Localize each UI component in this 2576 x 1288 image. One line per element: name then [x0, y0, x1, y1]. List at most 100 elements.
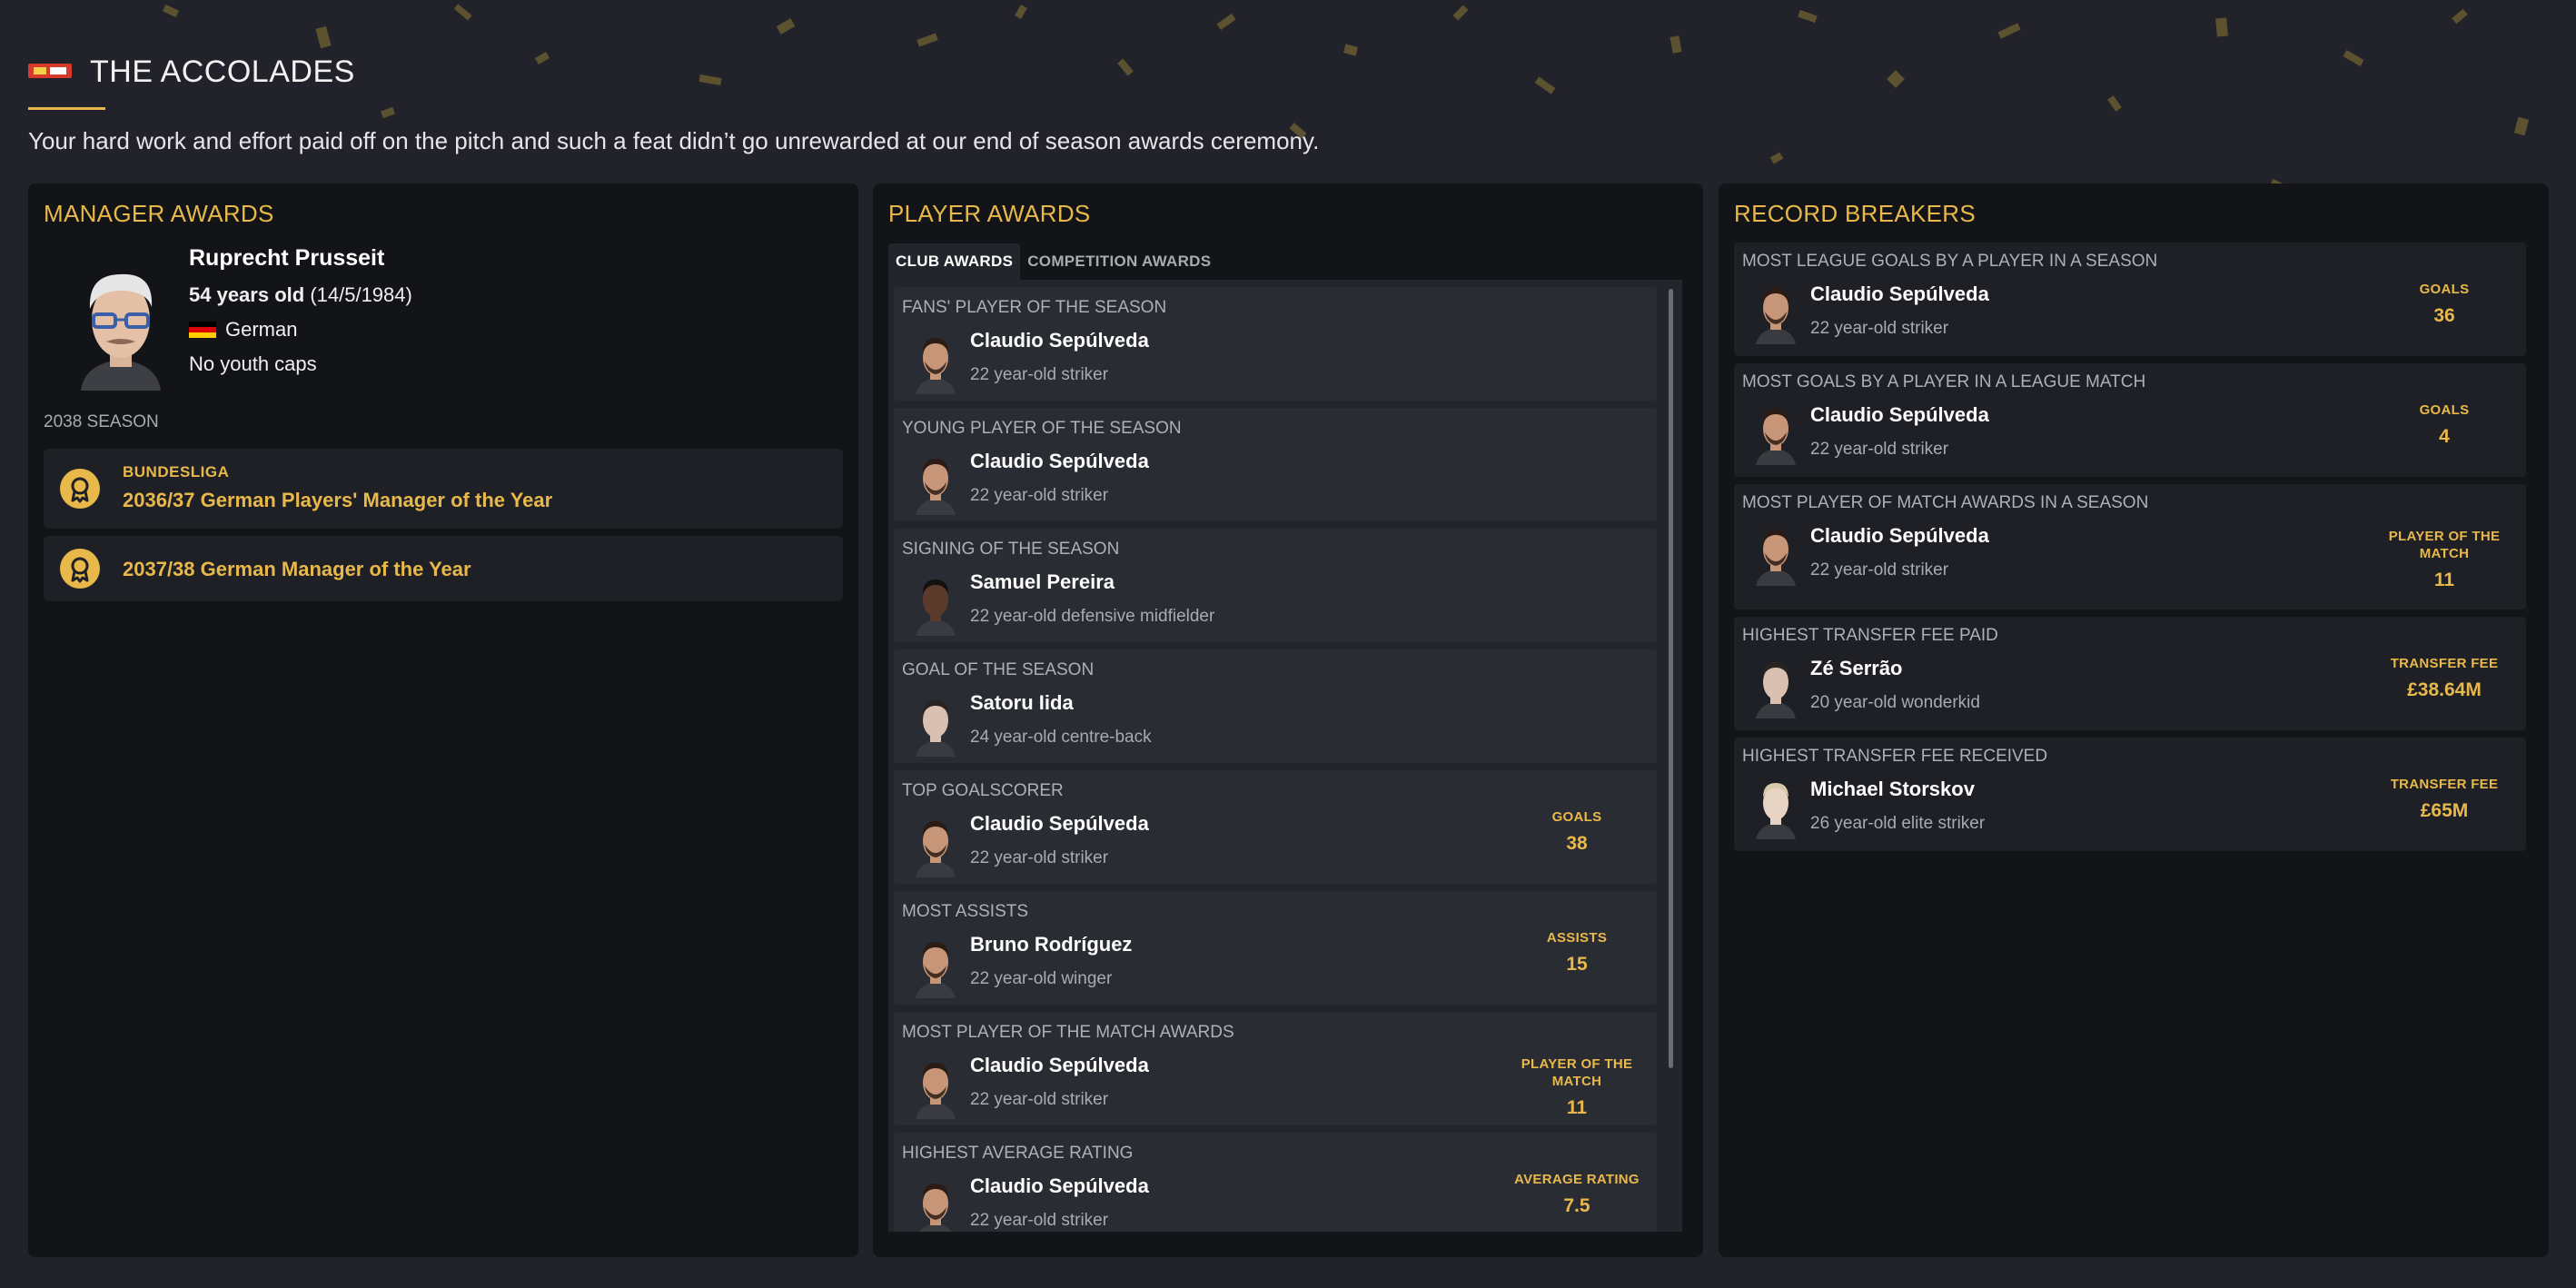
page-header: THE ACCOLADES Your hard work and effort …	[28, 47, 1481, 165]
stat-block: TRANSFER FEE £38.64M	[2372, 655, 2517, 701]
player-name[interactable]: Claudio Sepúlveda	[1810, 282, 1989, 306]
player-awards-list[interactable]: FANS' PLAYER OF THE SEASON Claudio Sepúlv…	[888, 280, 1682, 1232]
stat-label: AVERAGE RATING	[1514, 1172, 1640, 1187]
record-breakers-title: RECORD BREAKERS	[1734, 200, 1976, 227]
stat-value: 11	[2433, 570, 2455, 590]
stat-label: TRANSFER FEE	[2390, 777, 2499, 792]
record-card[interactable]: MOST GOALS BY A PLAYER IN A LEAGUE MATCH…	[1734, 363, 2526, 477]
stat-block: PLAYER OF THE MATCH 11	[1504, 1055, 1650, 1119]
player-portrait[interactable]	[912, 814, 959, 877]
scrollbar[interactable]	[1669, 289, 1673, 1068]
player-description: 26 year-old elite striker	[1810, 814, 1986, 833]
player-name[interactable]: Claudio Sepúlveda	[970, 812, 1149, 836]
award-competition: BUNDESLIGA	[123, 463, 230, 481]
manager-age-years: 54 years old	[189, 283, 305, 306]
player-portrait[interactable]	[1752, 776, 1799, 839]
title-underline	[28, 107, 105, 110]
record-card[interactable]: MOST PLAYER OF MATCH AWARDS IN A SEASON C…	[1734, 484, 2526, 609]
player-name[interactable]: Satoru Iida	[970, 691, 1074, 715]
player-name[interactable]: Claudio Sepúlveda	[970, 1054, 1149, 1077]
stat-block: PLAYER OF THE MATCH 11	[2372, 528, 2517, 591]
award-name: 2036/37 German Players' Manager of the Y…	[123, 489, 553, 511]
stat-value: 7.5	[1563, 1195, 1590, 1216]
player-description: 20 year-old wonderkid	[1810, 693, 1980, 712]
player-name[interactable]: Claudio Sepúlveda	[970, 1174, 1149, 1198]
record-breakers-panel: RECORD BREAKERS MOST LEAGUE GOALS BY A P…	[1719, 183, 2549, 1257]
player-portrait[interactable]	[912, 1176, 959, 1232]
player-award-card[interactable]: SIGNING OF THE SEASON Samuel Pereira 22 ye…	[894, 529, 1657, 642]
player-name[interactable]: Samuel Pereira	[970, 570, 1115, 594]
player-award-card[interactable]: TOP GOALSCORER Claudio Sepúlveda 22 year-o…	[894, 770, 1657, 884]
player-award-card[interactable]: HIGHEST AVERAGE RATING Claudio Sepúlveda 2…	[894, 1133, 1657, 1232]
stat-block: GOALS 4	[2372, 401, 2517, 448]
player-name[interactable]: Claudio Sepúlveda	[1810, 524, 1989, 548]
page-subtitle: Your hard work and effort paid off on th…	[28, 127, 1320, 154]
player-portrait[interactable]	[1752, 522, 1799, 586]
player-description: 22 year-old striker	[1810, 560, 1949, 580]
award-category: HIGHEST AVERAGE RATING	[902, 1144, 1134, 1163]
player-award-card[interactable]: MOST ASSISTS Bruno Rodríguez 22 year-old w…	[894, 891, 1657, 1005]
player-name[interactable]: Claudio Sepúlveda	[970, 329, 1149, 352]
stat-block: GOALS 36	[2372, 281, 2517, 327]
player-portrait[interactable]	[1752, 655, 1799, 718]
record-card[interactable]: HIGHEST TRANSFER FEE RECEIVED Michael Sto…	[1734, 738, 2526, 851]
player-description: 22 year-old winger	[970, 969, 1113, 988]
germany-flag-icon	[189, 322, 216, 338]
player-portrait[interactable]	[1752, 401, 1799, 465]
player-description: 22 year-old striker	[970, 1211, 1109, 1230]
manager-age: 54 years old (14/5/1984)	[189, 283, 412, 307]
stat-label: GOALS	[2419, 402, 2470, 418]
manager-avatar[interactable]	[68, 263, 173, 391]
player-award-card[interactable]: GOAL OF THE SEASON Satoru Iida 24 year-old…	[894, 649, 1657, 763]
player-name[interactable]: Michael Storskov	[1810, 778, 1975, 801]
stat-value: £65M	[2420, 800, 2469, 821]
player-description: 22 year-old defensive midfielder	[970, 607, 1215, 626]
season-label: 2038 SEASON	[44, 412, 159, 431]
player-portrait[interactable]	[912, 693, 959, 757]
manager-award-row: 2037/38 German Manager of the Year	[44, 536, 843, 601]
player-portrait[interactable]	[1752, 281, 1799, 344]
award-category: MOST ASSISTS	[902, 902, 1029, 921]
player-name[interactable]: Claudio Sepúlveda	[1810, 403, 1989, 427]
stat-block: GOALS 38	[1504, 808, 1650, 855]
manager-award-row: BUNDESLIGA 2036/37 German Players' Manag…	[44, 449, 843, 529]
player-award-card[interactable]: MOST PLAYER OF THE MATCH AWARDS Claudio S…	[894, 1012, 1657, 1125]
player-description: 22 year-old striker	[970, 365, 1109, 384]
player-portrait[interactable]	[912, 1055, 959, 1119]
player-award-card[interactable]: FANS' PLAYER OF THE SEASON Claudio Sepúlv…	[894, 287, 1657, 401]
player-awards-title: PLAYER AWARDS	[888, 200, 1091, 227]
player-name[interactable]: Bruno Rodríguez	[970, 933, 1132, 956]
player-portrait[interactable]	[912, 451, 959, 515]
manager-nationality-label: German	[225, 318, 298, 341]
manager-dob: (14/5/1984)	[310, 283, 412, 306]
stat-label: GOALS	[1551, 809, 1602, 825]
tab-competition-awards[interactable]: COMPETITION AWARDS	[1020, 243, 1218, 280]
award-category: HIGHEST TRANSFER FEE PAID	[1742, 626, 1998, 645]
award-category: MOST LEAGUE GOALS BY A PLAYER IN A SEASO…	[1742, 252, 2158, 271]
award-name: 2037/38 German Manager of the Year	[123, 558, 471, 580]
stat-value: 4	[2439, 426, 2450, 447]
player-award-card[interactable]: YOUNG PLAYER OF THE SEASON Claudio Sepúlv…	[894, 408, 1657, 521]
award-medal-icon	[60, 469, 100, 509]
record-card[interactable]: MOST LEAGUE GOALS BY A PLAYER IN A SEASO…	[1734, 243, 2526, 356]
award-category: GOAL OF THE SEASON	[902, 660, 1095, 679]
player-portrait[interactable]	[912, 935, 959, 998]
player-awards-panel: PLAYER AWARDS CLUB AWARDS COMPETITION AW…	[873, 183, 1703, 1257]
stat-label: PLAYER OF THE MATCH	[1521, 1056, 1633, 1089]
manager-awards-title: MANAGER AWARDS	[44, 200, 274, 227]
stat-value: 15	[1566, 954, 1588, 975]
award-category: FANS' PLAYER OF THE SEASON	[902, 298, 1167, 317]
player-description: 22 year-old striker	[970, 1090, 1109, 1109]
tab-club-awards[interactable]: CLUB AWARDS	[888, 243, 1021, 280]
record-card[interactable]: HIGHEST TRANSFER FEE PAID Zé Serrão 20 yea…	[1734, 617, 2526, 730]
award-category: MOST PLAYER OF THE MATCH AWARDS	[902, 1023, 1234, 1042]
manager-name[interactable]: Ruprecht Prusseit	[189, 245, 384, 272]
player-portrait[interactable]	[912, 331, 959, 394]
player-name[interactable]: Claudio Sepúlveda	[970, 450, 1149, 473]
manager-awards-panel: MANAGER AWARDS Ruprecht Prusseit 54 year…	[28, 183, 858, 1257]
player-name[interactable]: Zé Serrão	[1810, 657, 1903, 680]
player-portrait[interactable]	[912, 572, 959, 636]
player-description: 22 year-old striker	[970, 848, 1109, 867]
stat-label: PLAYER OF THE MATCH	[2388, 529, 2501, 561]
manager-nationality: German	[189, 318, 297, 342]
